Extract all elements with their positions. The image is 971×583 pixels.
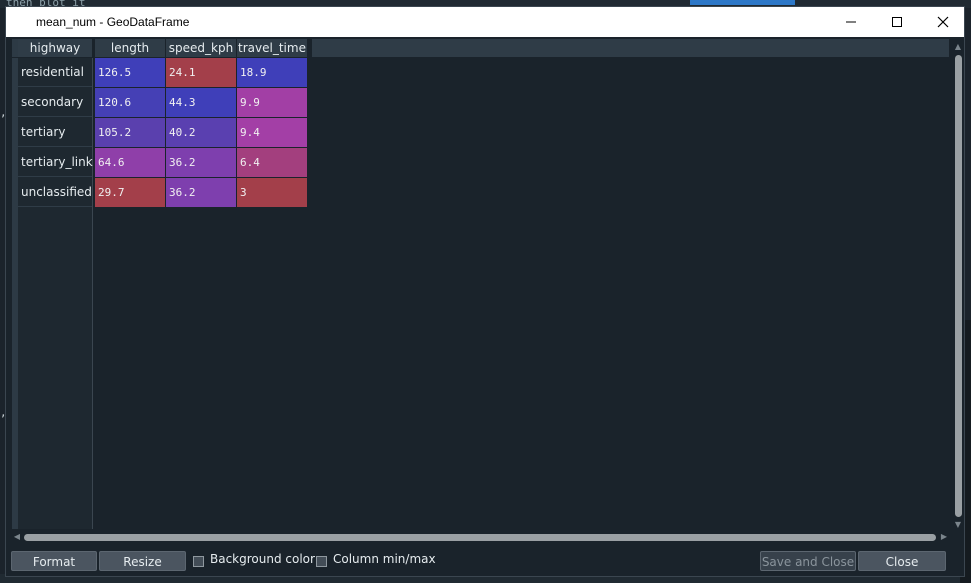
- table-row: 29.7 36.2 3: [95, 178, 308, 208]
- scroll-down-icon[interactable]: ▼: [954, 521, 962, 529]
- table-cell[interactable]: 29.7: [95, 178, 166, 208]
- vertical-scroll-thumb[interactable]: [955, 55, 962, 517]
- index-cell[interactable]: secondary: [18, 88, 92, 117]
- background-glyph: ,: [0, 406, 7, 419]
- background-accent: [690, 0, 795, 5]
- table-cell[interactable]: 6.4: [237, 148, 308, 178]
- background-color-checkbox[interactable]: [193, 556, 204, 567]
- horizontal-scroll-thumb[interactable]: [24, 534, 936, 541]
- index-cell[interactable]: residential: [18, 58, 92, 87]
- table-row: 64.6 36.2 6.4: [95, 148, 308, 178]
- header-filler: [312, 39, 949, 57]
- table-cell[interactable]: 126.5: [95, 58, 166, 88]
- scroll-up-icon[interactable]: ▲: [954, 43, 962, 51]
- close-icon: [937, 16, 949, 28]
- maximize-icon: [892, 17, 902, 27]
- table-cell[interactable]: 24.1: [166, 58, 237, 88]
- table-row: 126.5 24.1 18.9: [95, 58, 308, 88]
- geodataframe-window: mean_num - GeoDataFrame highway length s…: [5, 6, 965, 577]
- table-cell[interactable]: 120.6: [95, 88, 166, 118]
- vertical-scrollbar[interactable]: ▲ ▼: [952, 41, 964, 533]
- table-cell[interactable]: 18.9: [237, 58, 308, 88]
- scroll-left-icon[interactable]: ◀: [13, 533, 21, 541]
- table-cell[interactable]: 36.2: [166, 178, 237, 208]
- close-button[interactable]: Close: [858, 551, 946, 571]
- index-cell[interactable]: tertiary_link: [18, 148, 93, 177]
- format-button[interactable]: Format: [11, 551, 97, 571]
- bottom-toolbar: Format Resize Background color Column mi…: [6, 547, 964, 577]
- table-cell[interactable]: 64.6: [95, 148, 166, 178]
- index-cell[interactable]: unclassified: [18, 178, 92, 207]
- table-cell[interactable]: 9.9: [237, 88, 308, 118]
- background-color-label: Background color: [210, 552, 315, 566]
- table-cell[interactable]: 105.2: [95, 118, 166, 148]
- title-bar: mean_num - GeoDataFrame: [6, 7, 964, 37]
- index-cell[interactable]: tertiary: [18, 118, 92, 147]
- minimize-icon: [846, 21, 856, 23]
- resize-button[interactable]: Resize: [99, 551, 186, 571]
- window-title: mean_num - GeoDataFrame: [36, 15, 190, 29]
- table-cell[interactable]: 36.2: [166, 148, 237, 178]
- dataframe-table: highway length speed_kph travel_time res…: [12, 39, 950, 529]
- scroll-right-icon[interactable]: ▶: [940, 533, 948, 541]
- table-cell[interactable]: 40.2: [166, 118, 237, 148]
- column-minmax-label: Column min/max: [333, 552, 436, 566]
- column-header[interactable]: travel_time: [237, 39, 308, 57]
- table-row: 120.6 44.3 9.9: [95, 88, 308, 118]
- horizontal-scrollbar[interactable]: ◀ ▶: [12, 531, 950, 543]
- index-header[interactable]: highway: [18, 39, 93, 57]
- background-glyph: ,: [0, 106, 7, 119]
- minimize-button[interactable]: [828, 7, 874, 37]
- close-window-button[interactable]: [920, 7, 966, 37]
- table-cell[interactable]: 9.4: [237, 118, 308, 148]
- column-header[interactable]: speed_kph: [166, 39, 237, 57]
- data-grid: 126.5 24.1 18.9 120.6 44.3 9.9 105.2 40.…: [95, 58, 308, 208]
- app-icon: [17, 16, 29, 28]
- table-cell[interactable]: 3: [237, 178, 308, 208]
- column-headers: length speed_kph travel_time: [95, 39, 308, 57]
- column-minmax-checkbox[interactable]: [316, 556, 327, 567]
- maximize-button[interactable]: [874, 7, 920, 37]
- column-header[interactable]: length: [95, 39, 166, 57]
- save-and-close-button[interactable]: Save and Close: [760, 551, 856, 571]
- table-cell[interactable]: 44.3: [166, 88, 237, 118]
- table-row: 105.2 40.2 9.4: [95, 118, 308, 148]
- index-column: residential secondary tertiary tertiary_…: [12, 58, 93, 529]
